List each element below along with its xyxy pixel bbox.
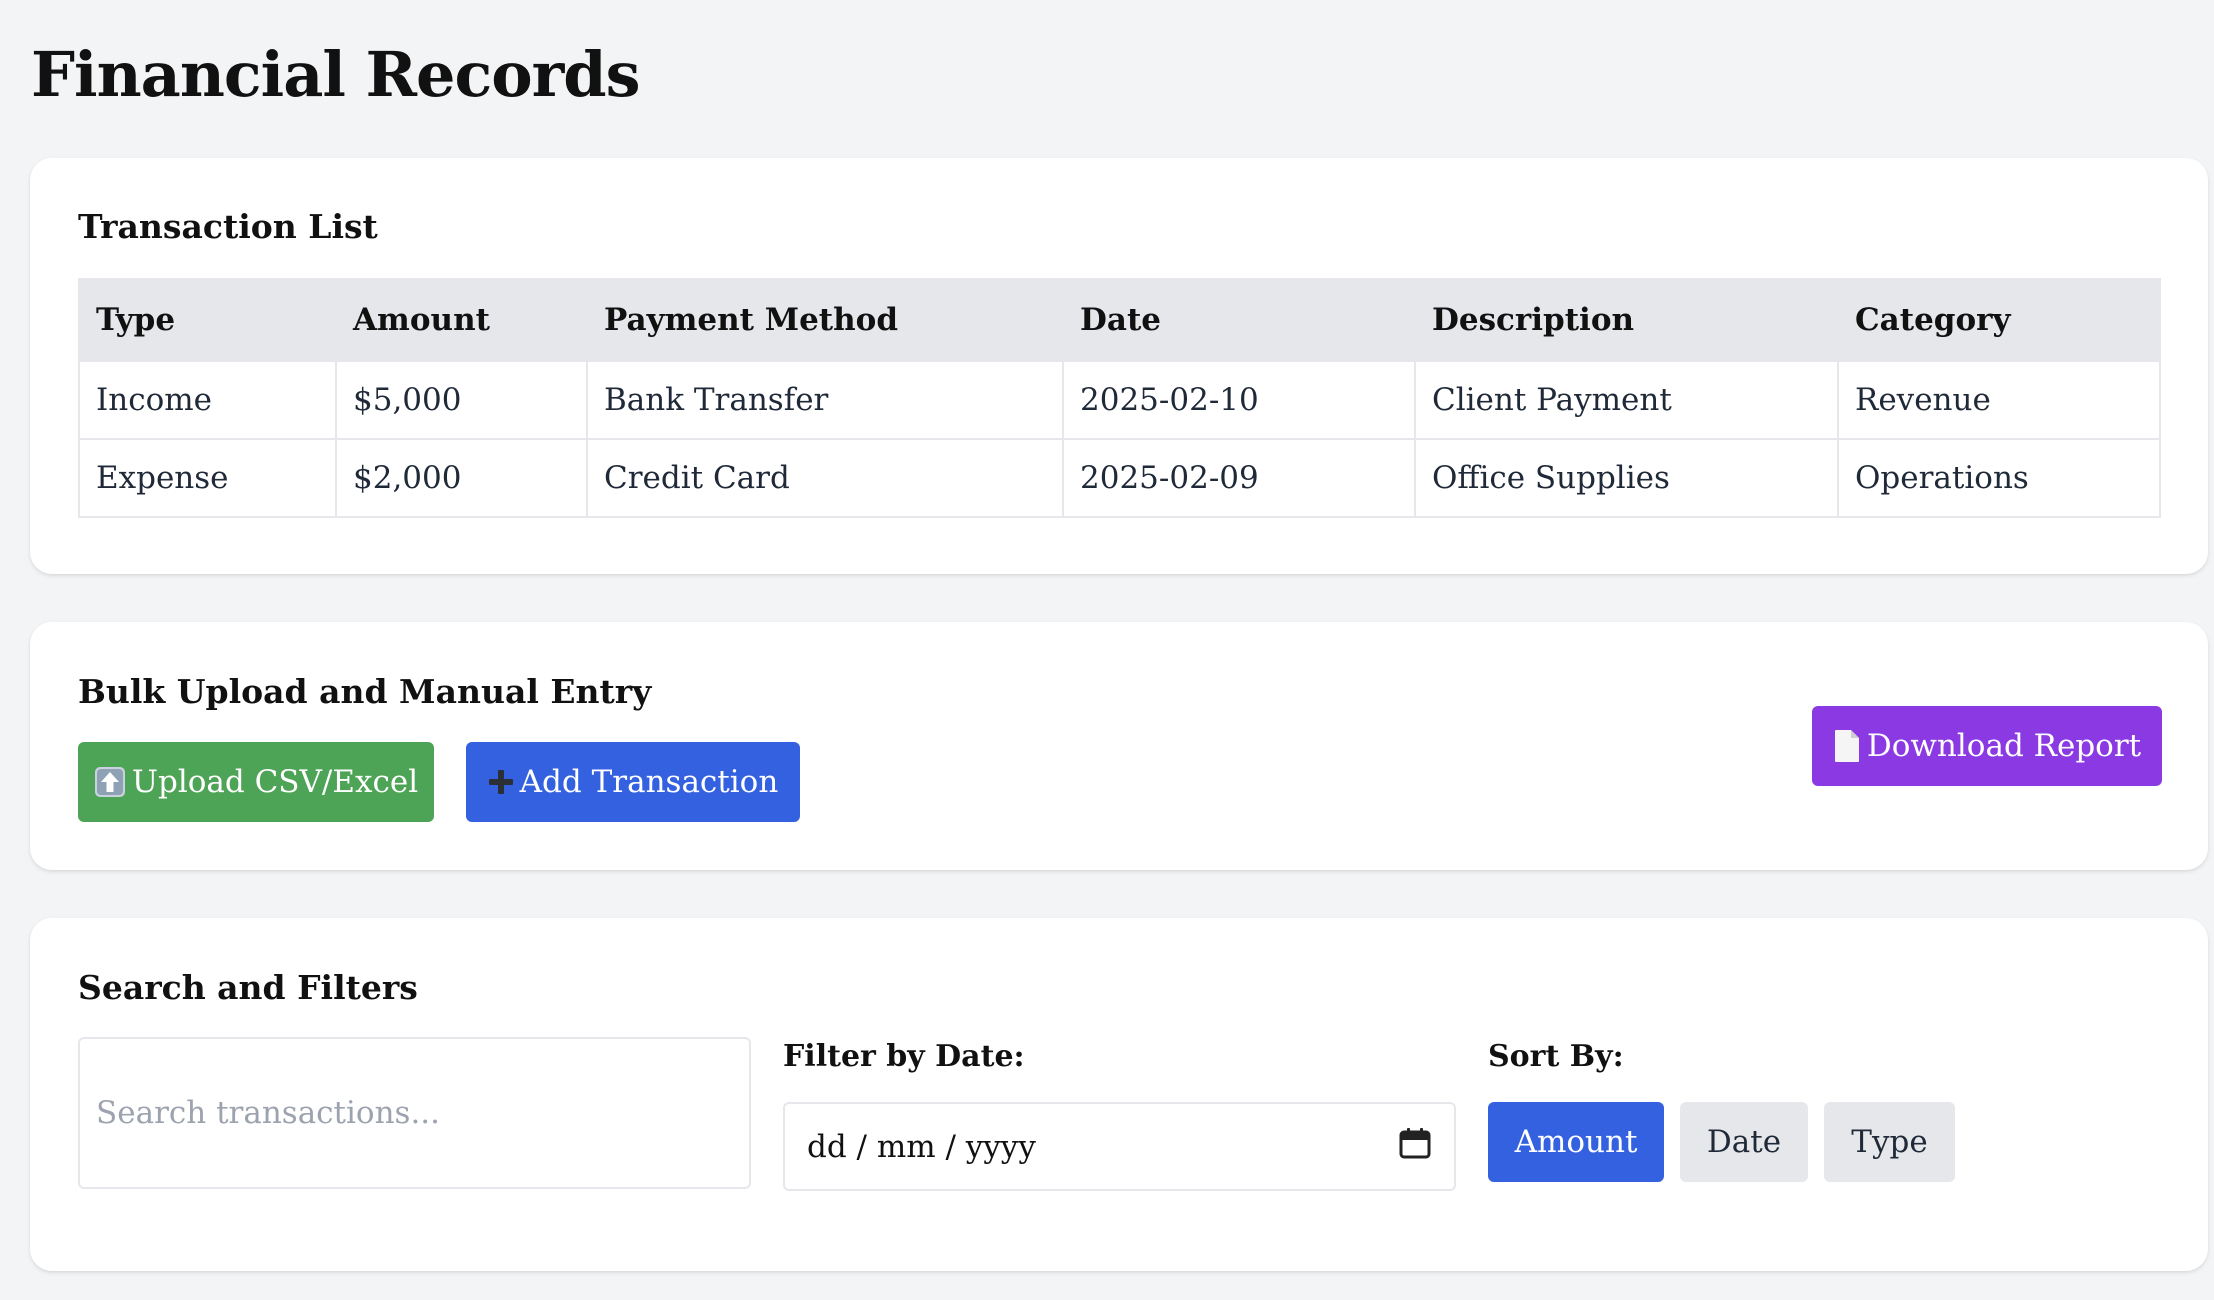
cell-type: Income: [78, 360, 337, 440]
cell-category: Revenue: [1837, 360, 2161, 440]
sort-type-button[interactable]: Type: [1824, 1102, 1955, 1182]
page-title: Financial Records: [31, 38, 641, 111]
cell-type: Expense: [78, 438, 337, 518]
cell-description: Client Payment: [1414, 360, 1839, 440]
download-report-label: Download Report: [1866, 728, 2142, 764]
document-icon: [1833, 729, 1861, 763]
download-report-button[interactable]: Download Report: [1812, 706, 2162, 786]
sort-date-button[interactable]: Date: [1680, 1102, 1808, 1182]
upload-csv-label: Upload CSV/Excel: [131, 764, 419, 800]
column-header-description[interactable]: Description: [1414, 278, 1839, 362]
transaction-list-heading: Transaction List: [78, 207, 378, 246]
cell-amount: $2,000: [335, 438, 588, 518]
transactions-table: Type Amount Payment Method Date Descript…: [78, 278, 2161, 518]
add-transaction-label: Add Transaction: [519, 764, 779, 800]
table-row[interactable]: Income $5,000 Bank Transfer 2025-02-10 C…: [78, 360, 2161, 440]
bulk-upload-card: Bulk Upload and Manual Entry Upload CSV/…: [30, 622, 2208, 870]
cell-amount: $5,000: [335, 360, 588, 440]
cell-payment-method: Credit Card: [586, 438, 1064, 518]
cell-description: Office Supplies: [1414, 438, 1839, 518]
search-filters-card: Search and Filters Filter by Date: dd / …: [30, 918, 2208, 1271]
cell-date: 2025-02-10: [1062, 360, 1416, 440]
date-filter-input[interactable]: dd / mm / yyyy: [783, 1102, 1456, 1191]
table-row[interactable]: Expense $2,000 Credit Card 2025-02-09 Of…: [78, 438, 2161, 518]
filter-date-label: Filter by Date:: [783, 1039, 1025, 1074]
add-transaction-button[interactable]: Add Transaction: [466, 742, 800, 822]
calendar-icon[interactable]: [1398, 1126, 1432, 1168]
upload-csv-button[interactable]: Upload CSV/Excel: [78, 742, 434, 822]
search-filters-heading: Search and Filters: [78, 968, 418, 1007]
column-header-date[interactable]: Date: [1062, 278, 1416, 362]
sort-amount-button[interactable]: Amount: [1488, 1102, 1664, 1182]
date-placeholder: dd / mm / yyyy: [807, 1128, 1036, 1165]
column-header-amount[interactable]: Amount: [335, 278, 588, 362]
sort-by-label: Sort By:: [1488, 1039, 1624, 1074]
table-header-row: Type Amount Payment Method Date Descript…: [78, 278, 2161, 362]
transaction-list-card: Transaction List Type Amount Payment Met…: [30, 158, 2208, 574]
search-input[interactable]: [78, 1037, 751, 1189]
cell-category: Operations: [1837, 438, 2161, 518]
upload-arrow-icon: [94, 766, 126, 798]
cell-date: 2025-02-09: [1062, 438, 1416, 518]
column-header-category[interactable]: Category: [1837, 278, 2161, 362]
column-header-payment-method[interactable]: Payment Method: [586, 278, 1064, 362]
cell-payment-method: Bank Transfer: [586, 360, 1064, 440]
bulk-upload-heading: Bulk Upload and Manual Entry: [78, 672, 652, 711]
column-header-type[interactable]: Type: [78, 278, 337, 362]
plus-icon: [488, 769, 514, 795]
